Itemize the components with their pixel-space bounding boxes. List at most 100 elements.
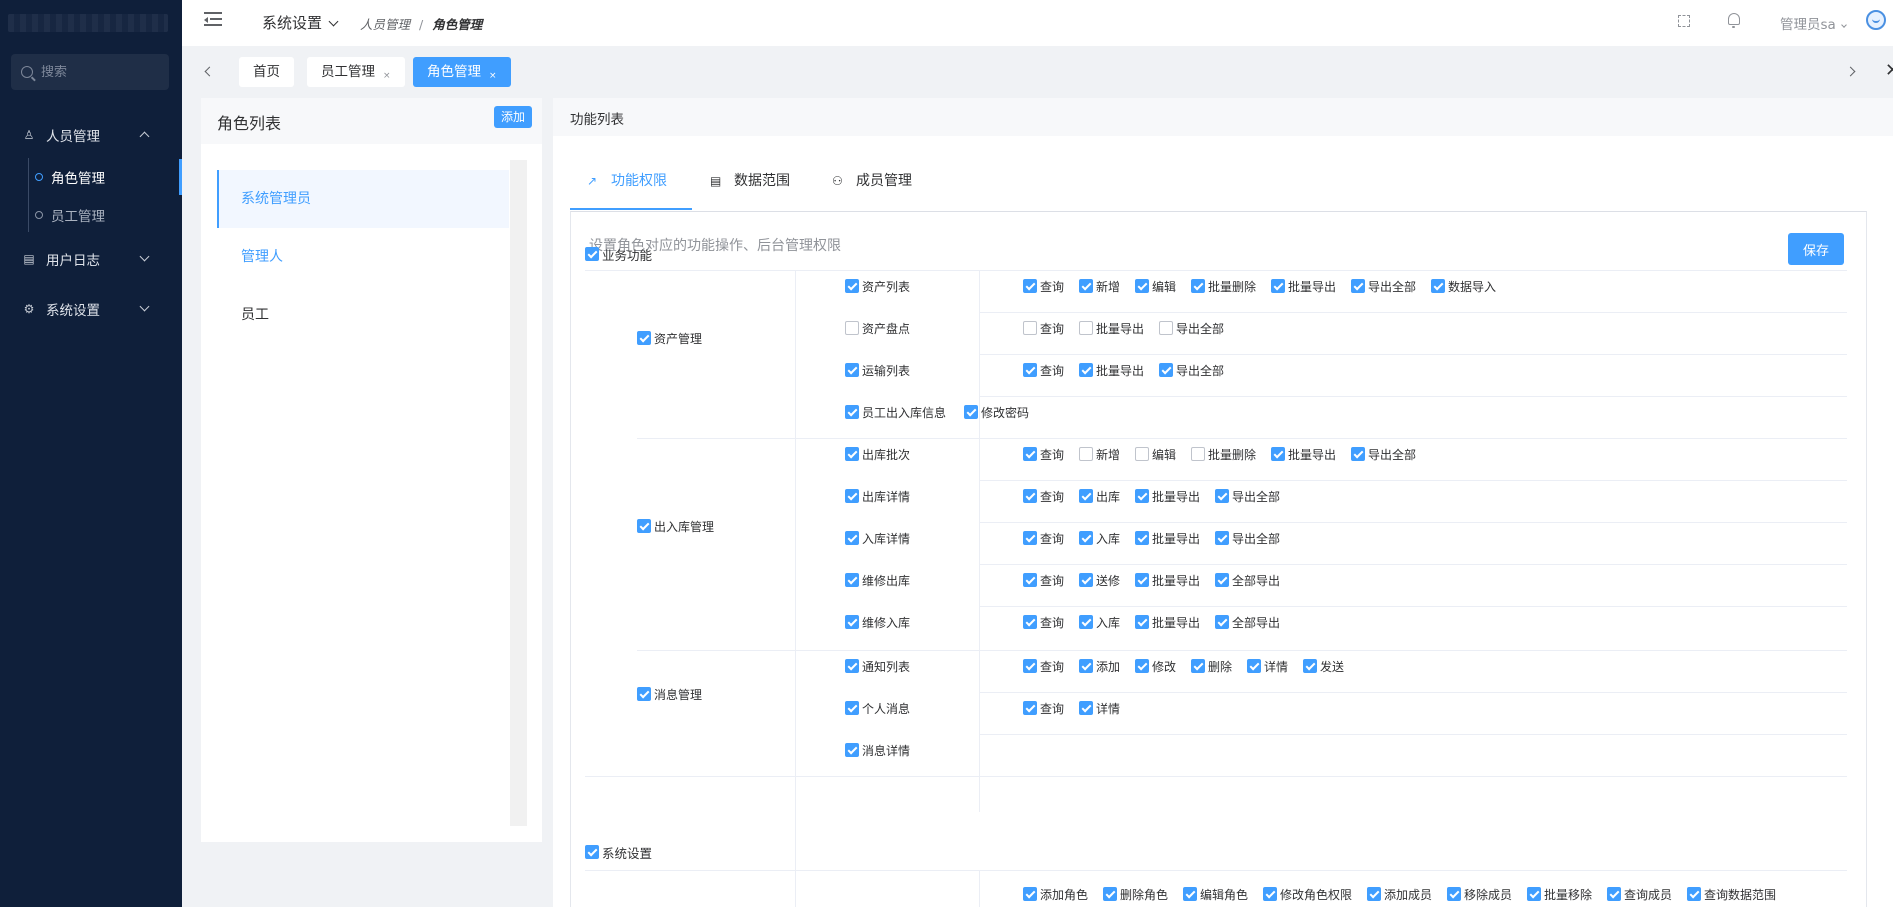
checkbox-icon[interactable] [1079, 659, 1093, 673]
checkbox-icon[interactable] [1023, 321, 1037, 335]
checkbox-icon[interactable] [845, 405, 859, 419]
checkbox-icon[interactable] [1215, 531, 1229, 545]
checkbox-op[interactable]: 删除 [1191, 658, 1232, 674]
tab-data-scope[interactable]: ▤ 数据范围 [710, 162, 790, 210]
checkbox-icon[interactable] [1023, 489, 1037, 503]
checkbox-op[interactable]: 修改 [1135, 658, 1176, 674]
checkbox-icon[interactable] [1215, 489, 1229, 503]
checkbox-op[interactable]: 新增 [1079, 446, 1120, 462]
checkbox-icon[interactable] [845, 615, 859, 629]
checkbox-icon[interactable] [845, 489, 859, 503]
checkbox-op[interactable]: 查询 [1023, 658, 1064, 674]
checkbox-op[interactable]: 编辑角色 [1183, 886, 1248, 902]
search-box[interactable] [11, 54, 169, 90]
checkbox-op[interactable]: 查询 [1023, 572, 1064, 588]
checkbox-module-11[interactable]: 个人消息 [845, 700, 910, 716]
checkbox-op[interactable]: 查询 [1023, 530, 1064, 546]
checkbox-icon[interactable] [1023, 531, 1037, 545]
add-role-button[interactable]: 添加 [494, 106, 533, 128]
checkbox-op[interactable]: 导出全部 [1159, 362, 1224, 378]
checkbox-icon[interactable] [585, 247, 599, 261]
role-item-employee[interactable]: 员工 [217, 286, 509, 344]
checkbox-op[interactable]: 批量导出 [1135, 614, 1200, 630]
checkbox-icon[interactable] [1135, 573, 1149, 587]
checkbox-op[interactable]: 查询 [1023, 362, 1064, 378]
checkbox-op[interactable]: 入库 [1079, 614, 1120, 630]
checkbox-icon[interactable] [1079, 615, 1093, 629]
checkbox-op[interactable]: 查询数据范围 [1687, 886, 1776, 902]
checkbox-op[interactable]: 批量导出 [1135, 530, 1200, 546]
checkbox-icon[interactable] [1271, 279, 1285, 293]
checkbox-module-12[interactable]: 消息详情 [845, 742, 910, 758]
checkbox-module-3[interactable]: 运输列表 [845, 362, 910, 378]
tab-home[interactable]: 首页 [239, 57, 294, 87]
checkbox-icon[interactable] [1023, 887, 1037, 901]
checkbox-icon[interactable] [1367, 887, 1381, 901]
checkbox-icon[interactable] [1135, 615, 1149, 629]
checkbox-icon[interactable] [845, 279, 859, 293]
checkbox-icon[interactable] [845, 531, 859, 545]
chevron-right-icon[interactable] [1845, 66, 1856, 77]
checkbox-op[interactable]: 查询 [1023, 278, 1064, 294]
checkbox-icon[interactable] [1079, 489, 1093, 503]
checkbox-op[interactable]: 全部导出 [1215, 572, 1280, 588]
checkbox-icon[interactable] [1159, 363, 1173, 377]
tab-function-permissions[interactable]: ↗ 功能权限 [570, 162, 692, 210]
checkbox-op[interactable]: 批量删除 [1191, 446, 1256, 462]
checkbox-module-7[interactable]: 入库详情 [845, 530, 910, 546]
checkbox-op[interactable]: 编辑 [1135, 278, 1176, 294]
checkbox-module-5[interactable]: 出库批次 [845, 446, 910, 462]
checkbox-icon[interactable] [1215, 615, 1229, 629]
checkbox-icon[interactable] [1079, 573, 1093, 587]
checkbox-icon[interactable] [585, 845, 599, 859]
checkbox-icon[interactable] [845, 743, 859, 757]
checkbox-icon[interactable] [1607, 887, 1621, 901]
checkbox-icon[interactable] [845, 321, 859, 335]
search-input[interactable] [41, 64, 151, 80]
user-menu[interactable]: 管理员sa [1780, 13, 1847, 33]
checkbox-system-settings[interactable]: 系统设置 [585, 844, 652, 861]
checkbox-icon[interactable] [845, 363, 859, 377]
checkbox-op[interactable]: 查询 [1023, 488, 1064, 504]
sidebar-item-role-management[interactable]: 角色管理 [0, 159, 182, 195]
save-button[interactable]: 保存 [1788, 233, 1844, 265]
checkbox-op[interactable]: 入库 [1079, 530, 1120, 546]
checkbox-op[interactable]: 详情 [1247, 658, 1288, 674]
checkbox-op[interactable]: 导出全部 [1159, 320, 1224, 336]
checkbox-icon[interactable] [1079, 363, 1093, 377]
checkbox-op[interactable]: 批量导出 [1271, 446, 1336, 462]
checkbox-icon[interactable] [1023, 573, 1037, 587]
checkbox-icon[interactable] [1183, 887, 1197, 901]
checkbox-module-1[interactable]: 资产列表 [845, 278, 910, 294]
scrollbar[interactable] [510, 160, 527, 826]
checkbox-op[interactable]: 移除成员 [1447, 886, 1512, 902]
checkbox-op[interactable]: 修改角色权限 [1263, 886, 1352, 902]
checkbox-icon[interactable] [845, 447, 859, 461]
checkbox-icon[interactable] [1303, 659, 1317, 673]
menu-toggle-icon[interactable] [204, 12, 222, 28]
sidebar-group-user-log[interactable]: ▤ 用户日志 [0, 241, 182, 277]
checkbox-icon[interactable] [1263, 887, 1277, 901]
tab-employee-management[interactable]: 员工管理 × [307, 57, 405, 87]
checkbox-icon[interactable] [1023, 363, 1037, 377]
checkbox-group-2[interactable]: 出入库管理 [637, 518, 714, 534]
checkbox-op[interactable]: 送修 [1079, 572, 1120, 588]
checkbox-extra[interactable]: 修改密码 [964, 404, 1029, 420]
checkbox-icon[interactable] [1135, 447, 1149, 461]
bell-icon[interactable] [1725, 12, 1743, 30]
checkbox-icon[interactable] [637, 687, 651, 701]
checkbox-icon[interactable] [1351, 447, 1365, 461]
system-dropdown[interactable]: 系统设置 [262, 12, 337, 33]
checkbox-icon[interactable] [1191, 447, 1205, 461]
checkbox-icon[interactable] [1135, 659, 1149, 673]
role-item-admin[interactable]: 系统管理员 [217, 170, 509, 228]
checkbox-group-1[interactable]: 资产管理 [637, 330, 702, 346]
checkbox-op[interactable]: 导出全部 [1215, 530, 1280, 546]
checkbox-op[interactable]: 删除角色 [1103, 886, 1168, 902]
checkbox-icon[interactable] [637, 331, 651, 345]
checkbox-icon[interactable] [1079, 531, 1093, 545]
checkbox-icon[interactable] [1023, 447, 1037, 461]
checkbox-icon[interactable] [1135, 279, 1149, 293]
checkbox-module-6[interactable]: 出库详情 [845, 488, 910, 504]
checkbox-icon[interactable] [1023, 701, 1037, 715]
